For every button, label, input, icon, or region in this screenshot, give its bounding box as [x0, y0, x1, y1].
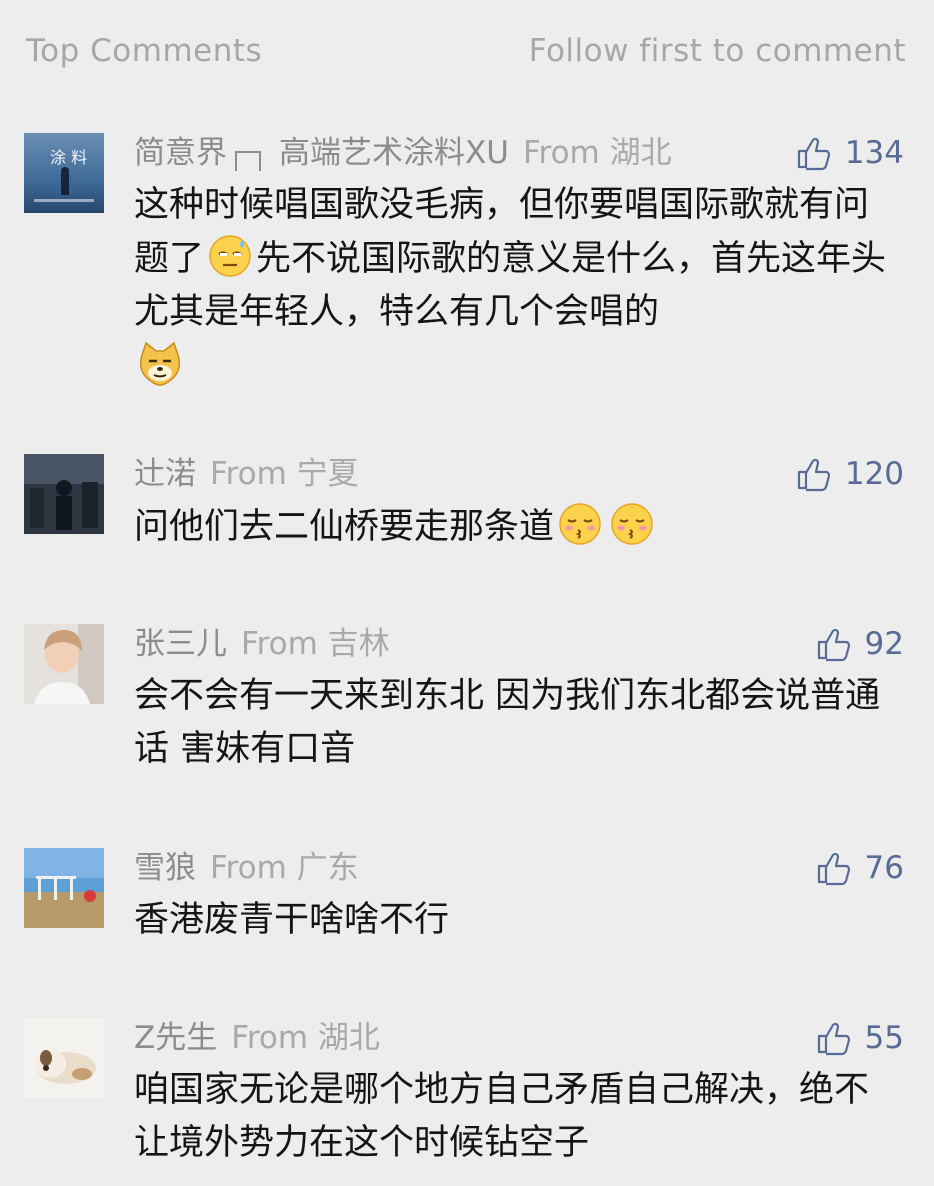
sweat-face-emoji	[206, 232, 254, 280]
comment-location: From 湖北	[522, 135, 672, 171]
comment-meta: Z先生 From 湖北	[134, 1018, 380, 1058]
like-count: 76	[864, 850, 904, 886]
commenter-name[interactable]: 雪狼	[134, 850, 196, 886]
comment-meta: 简意界 高端艺术涂料XU From 湖北	[134, 133, 672, 173]
commenter-name[interactable]: 简意界	[134, 135, 227, 171]
comment-location: From 宁夏	[210, 456, 359, 492]
like-count: 134	[844, 135, 904, 171]
like-button[interactable]: 76	[815, 848, 904, 888]
like-button[interactable]: 55	[815, 1018, 904, 1058]
like-button[interactable]: 134	[795, 133, 904, 173]
comment-meta: 张三儿 From 吉林	[134, 624, 390, 664]
thumbs-up-icon	[817, 1022, 850, 1056]
comment-meta: 雪狼 From 广东	[134, 848, 359, 888]
top-comments-title: Top Comments	[26, 33, 263, 69]
comment-text: 问他们去二仙桥要走那条道	[134, 500, 894, 554]
comment-location: From 吉林	[241, 626, 390, 662]
doge-emoji	[136, 339, 184, 387]
kissing-face-emoji	[608, 500, 656, 548]
thumbs-up-icon	[817, 852, 850, 886]
like-button[interactable]: 92	[815, 624, 904, 664]
avatar[interactable]	[24, 848, 104, 928]
comment-text: 会不会有一天来到东北 因为我们东北都会说普通话 害妹有口音	[134, 676, 881, 769]
like-count: 55	[864, 1020, 904, 1056]
avatar[interactable]	[24, 454, 104, 534]
comment-text: 咱国家无论是哪个地方自己矛盾自己解决，绝不让境外势力在这个时候钻空子	[134, 1070, 870, 1163]
avatar[interactable]: 涂 料	[24, 133, 104, 213]
comment-location: From 湖北	[231, 1020, 380, 1056]
comment-meta: 辻渃 From 宁夏	[134, 454, 359, 494]
like-count: 92	[864, 626, 904, 662]
thumbs-up-icon	[797, 458, 830, 492]
thumbs-up-icon	[797, 137, 830, 171]
commenter-extra[interactable]: 高端艺术涂料XU	[279, 135, 509, 171]
comment-location: From 广东	[210, 850, 359, 886]
avatar[interactable]	[24, 624, 104, 704]
avatar[interactable]	[24, 1018, 104, 1098]
commenter-name[interactable]: Z先生	[134, 1020, 217, 1056]
thumbs-up-icon	[817, 628, 850, 662]
comment-text-body: 问他们去二仙桥要走那条道	[134, 507, 555, 547]
svg-text:涂 料: 涂 料	[50, 148, 87, 167]
follow-to-comment-link[interactable]: Follow first to comment	[529, 33, 906, 69]
like-button[interactable]: 120	[795, 454, 904, 494]
commenter-name[interactable]: 辻渃	[134, 456, 196, 492]
like-count: 120	[844, 456, 904, 492]
comment-text: 这种时候唱国歌没毛病，但你要唱国际歌就有问题了 先不说国际歌的意义是什么，首先这年…	[134, 179, 894, 393]
tag-icon	[235, 151, 261, 171]
commenter-name[interactable]: 张三儿	[134, 626, 227, 662]
kissing-face-emoji	[556, 500, 604, 548]
comment-text: 香港废青干啥啥不行	[134, 900, 450, 940]
comments-header: Top Comments Follow first to comment	[0, 0, 934, 100]
